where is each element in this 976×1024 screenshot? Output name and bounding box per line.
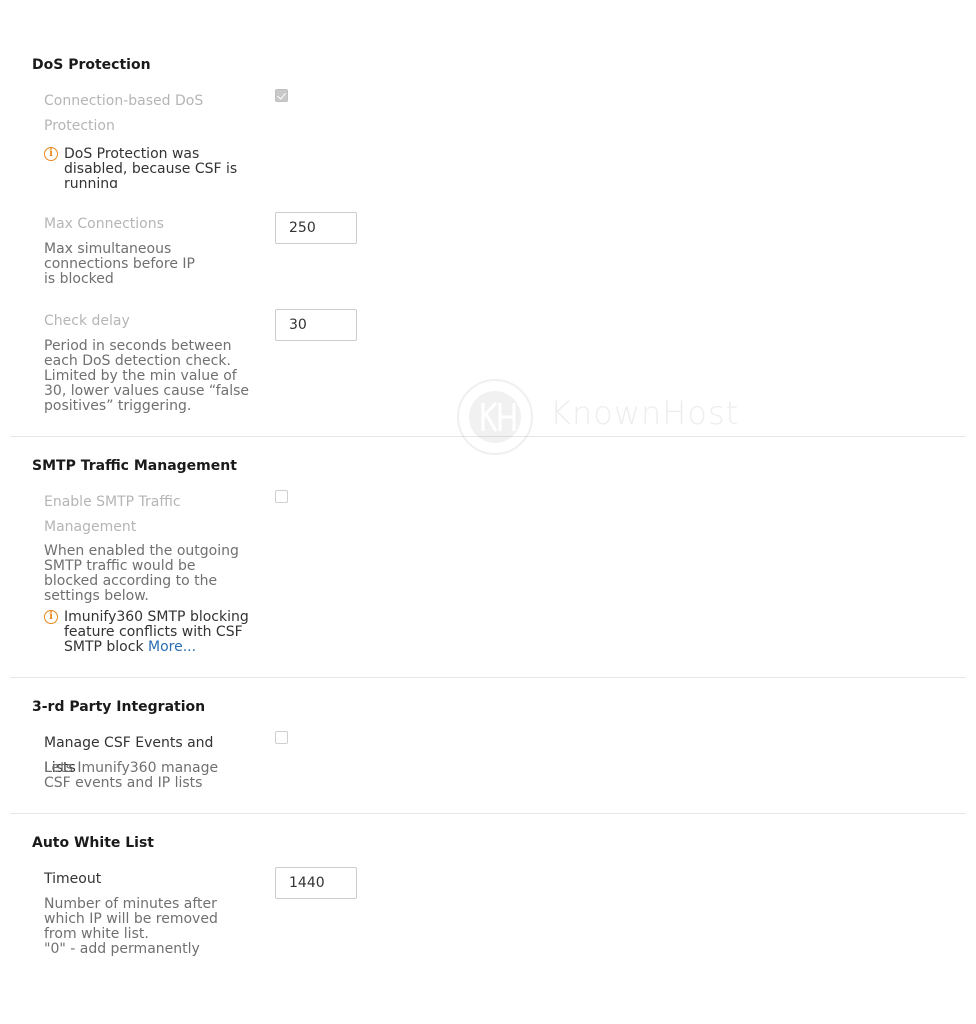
auto-white-list-title: Auto White List <box>32 835 155 851</box>
connection-dos-checkbox[interactable] <box>275 89 288 102</box>
smtp-conflict-warning: i Imunify360 SMTP blocking feature confl… <box>44 610 254 655</box>
timeout-description: Number of minutes after which IP will be… <box>44 897 224 957</box>
enable-smtp-checkbox[interactable] <box>275 490 288 503</box>
watermark-text: KnownHost <box>550 394 740 432</box>
smtp-description: When enabled the outgoing SMTP traffic w… <box>44 543 239 604</box>
info-circle-icon: i <box>44 610 58 624</box>
section-divider <box>10 813 966 814</box>
info-circle-icon: i <box>44 147 58 161</box>
dos-disabled-warning: i DoS Protection was disabled, because C… <box>44 147 254 188</box>
third-party-title: 3-rd Party Integration <box>32 699 206 715</box>
knownhost-watermark: KnownHost <box>456 378 776 458</box>
section-divider <box>10 436 966 437</box>
smtp-more-link[interactable]: More... <box>148 639 196 655</box>
timeout-label: Timeout <box>44 871 102 887</box>
manage-csf-description: Lets Imunify360 manage CSF events and IP… <box>44 760 219 791</box>
check-delay-label: Check delay <box>44 313 130 329</box>
connection-dos-label: Connection-based DoS Protection <box>44 93 204 134</box>
timeout-description-line: "0" - add permanently <box>44 941 200 957</box>
timeout-input[interactable] <box>275 867 357 899</box>
max-connections-description: Max simultaneous connections before IP i… <box>44 241 195 287</box>
check-delay-input[interactable] <box>275 309 357 341</box>
max-connections-input[interactable] <box>275 212 357 244</box>
max-connections-label: Max Connections <box>44 216 164 232</box>
smtp-title: SMTP Traffic Management <box>32 458 237 474</box>
manage-csf-checkbox[interactable] <box>275 731 288 744</box>
section-divider <box>10 677 966 678</box>
check-delay-description: Period in seconds between each DoS detec… <box>44 338 249 414</box>
timeout-description-line: Number of minutes after which IP will be… <box>44 896 218 942</box>
dos-protection-title: DoS Protection <box>32 57 151 73</box>
knownhost-logo-icon <box>457 379 533 455</box>
enable-smtp-label: Enable SMTP Traffic Management <box>44 494 181 535</box>
dos-disabled-warning-text: DoS Protection was disabled, because CSF… <box>64 147 238 188</box>
